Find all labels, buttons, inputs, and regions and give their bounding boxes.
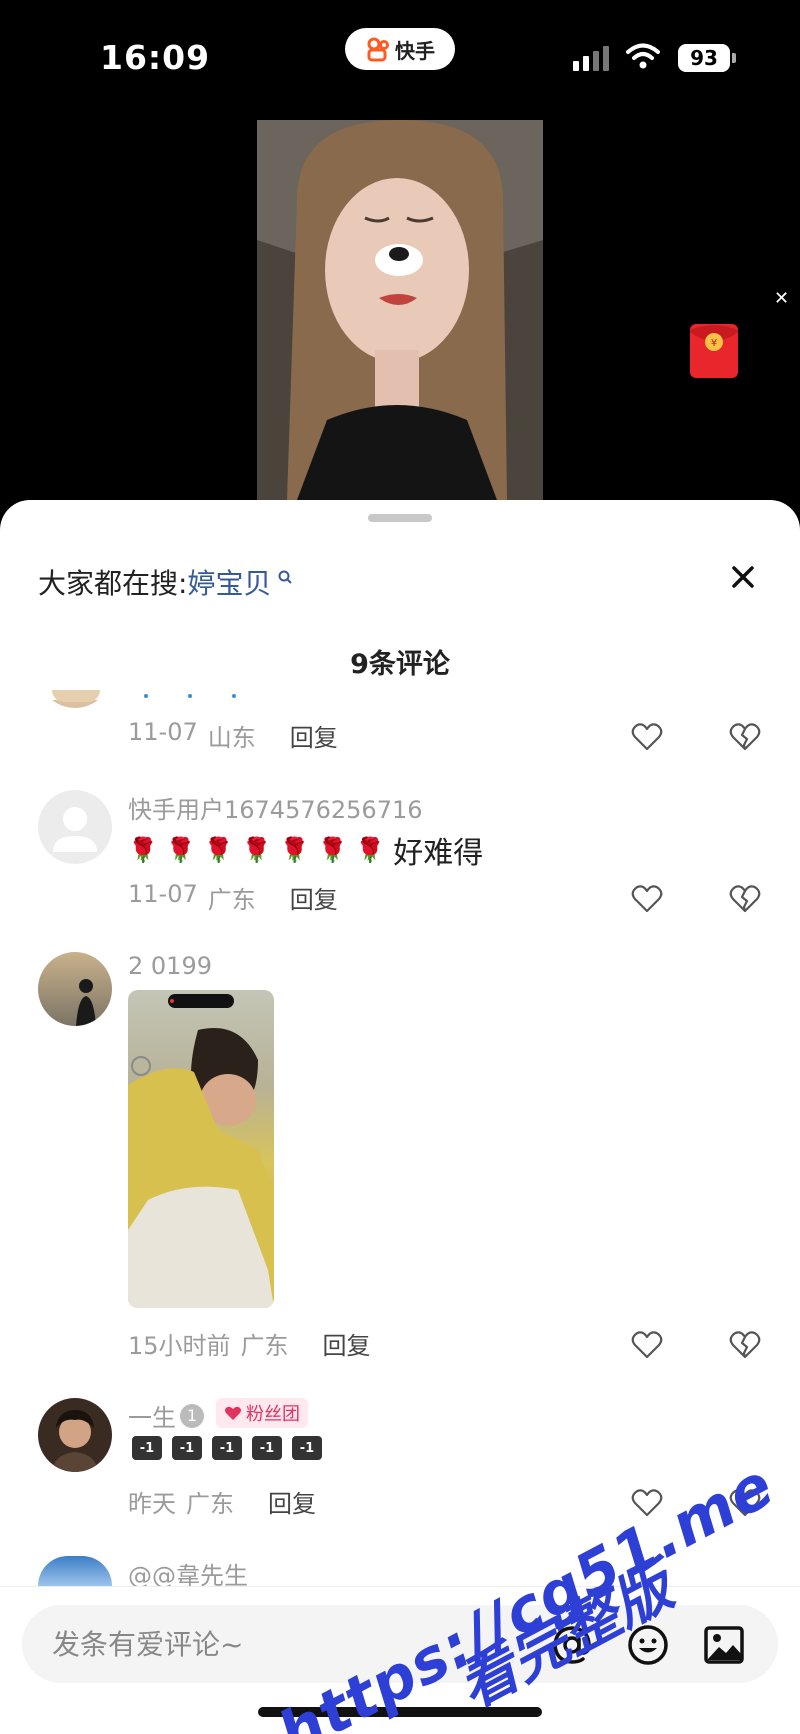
sheet-drag-handle[interactable] — [368, 514, 432, 522]
app-name: 快手 — [395, 38, 435, 63]
comment-input[interactable] — [52, 1605, 532, 1683]
search-icon — [278, 570, 293, 584]
red-packet-icon[interactable]: ¥ — [688, 318, 740, 380]
mention-at-icon[interactable] — [550, 1623, 594, 1667]
cellular-signal-icon — [573, 46, 609, 71]
close-icon[interactable] — [726, 560, 760, 594]
home-indicator — [258, 1707, 542, 1717]
wifi-icon — [626, 43, 660, 69]
comment-sheet: 大家都在搜: 婷宝贝 9条评论 — [0, 500, 800, 1734]
emoji-icon[interactable] — [626, 1623, 670, 1667]
comments-count-title: 9条评论 — [350, 649, 450, 680]
comment-list[interactable] — [0, 700, 800, 1590]
red-packet-close-icon[interactable]: ✕ — [774, 288, 789, 309]
search-hint-prefix: 大家都在搜: — [38, 567, 188, 600]
video-frame-illustration — [257, 120, 543, 500]
search-suggestion[interactable]: 大家都在搜: 婷宝贝 — [38, 562, 293, 602]
status-time: 16:09 — [100, 38, 211, 77]
avatar[interactable] — [38, 700, 112, 708]
battery-indicator: 93 — [678, 44, 736, 72]
search-hint-keyword[interactable]: 婷宝贝 — [187, 562, 271, 602]
kuaishou-logo-icon — [367, 37, 389, 62]
svg-text:¥: ¥ — [711, 338, 717, 349]
comment-input-bar — [0, 1586, 800, 1734]
app-indicator-pill[interactable]: 快手 — [345, 28, 455, 70]
comment-input-container — [22, 1605, 778, 1683]
image-icon[interactable] — [702, 1623, 746, 1667]
status-bar: 16:09 快手 93 — [0, 0, 800, 110]
video-player[interactable] — [257, 120, 543, 500]
